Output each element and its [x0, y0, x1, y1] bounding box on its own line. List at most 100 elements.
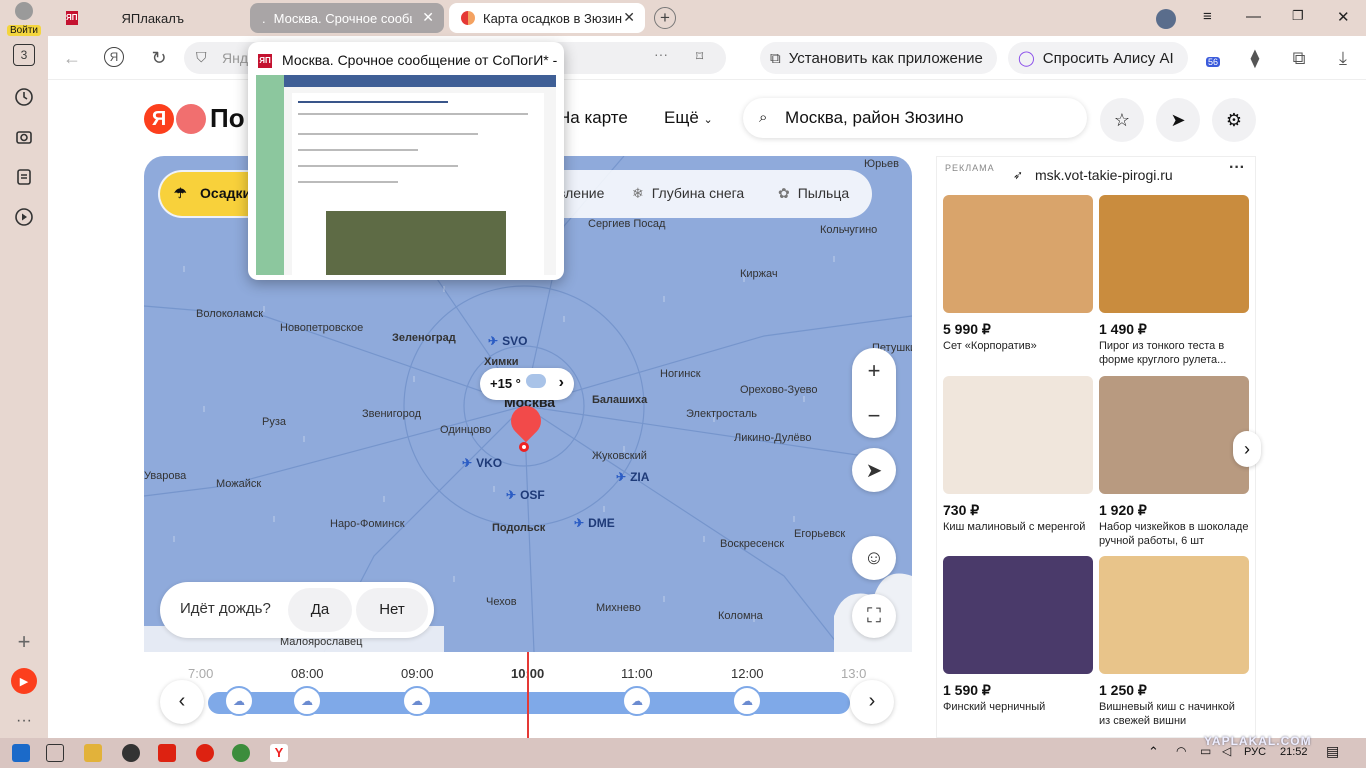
timeline-prev-button[interactable]: ‹: [160, 680, 204, 724]
yandex-weather-logo[interactable]: Я По: [144, 103, 245, 134]
time-label: 13:0: [841, 666, 867, 681]
close-window-icon[interactable]: ✕: [1337, 8, 1350, 26]
map-city-label: Киржач: [740, 268, 778, 280]
more-dots-icon[interactable]: ···: [654, 46, 668, 62]
timeline-next-button[interactable]: ›: [850, 680, 894, 724]
music-app-icon[interactable]: ▶: [11, 668, 37, 694]
map-city-label: Чехов: [486, 596, 517, 608]
video-icon[interactable]: [11, 204, 37, 230]
ads-next-button[interactable]: ›: [1233, 431, 1261, 467]
zoom-out-button[interactable]: −: [852, 393, 896, 438]
close-tab-icon[interactable]: ✕: [422, 9, 434, 26]
nav-on-map[interactable]: На карте: [558, 108, 628, 128]
profile-avatar[interactable]: [1156, 9, 1176, 29]
star-icon: ☆: [1113, 109, 1131, 130]
tab-preview-popup[interactable]: ЯП Москва. Срочное сообщение от СоПогИ* …: [248, 42, 564, 280]
nav-more[interactable]: Ещё ⌄: [664, 108, 713, 128]
link-icon: ➶: [1013, 168, 1024, 182]
map-city-label: Кольчугино: [820, 224, 878, 236]
layer-snow-depth[interactable]: ❄ Глубина снега: [632, 185, 744, 202]
yandex-icon[interactable]: Я: [104, 47, 124, 67]
ad-item[interactable]: 730 ₽ Киш малиновый с меренгой: [943, 376, 1093, 534]
new-tab-button[interactable]: +: [654, 7, 676, 29]
tabs-count-icon[interactable]: 3: [13, 44, 35, 66]
ask-alice-button[interactable]: ◯ Спросить Алису AI: [1008, 42, 1188, 74]
media-player-icon[interactable]: [122, 744, 140, 762]
rain-no-button[interactable]: Нет: [356, 588, 428, 632]
current-weather-pill[interactable]: +15 ° ›: [480, 368, 574, 400]
chevron-right-icon: ›: [558, 374, 564, 391]
feedback-button[interactable]: ☺: [852, 536, 896, 580]
favorite-button[interactable]: ☆: [1100, 98, 1144, 142]
rain-cloud-icon: ☁: [402, 686, 432, 716]
file-explorer-icon[interactable]: [84, 744, 102, 762]
rain-yes-button[interactable]: Да: [288, 588, 352, 632]
install-app-button[interactable]: ⧉ Установить как приложение: [760, 42, 997, 74]
layer-pollen[interactable]: ✿ Пыльца: [778, 185, 849, 202]
preview-title: Москва. Срочное сообщение от СоПогИ* - Я…: [282, 52, 558, 68]
bookmark-icon[interactable]: ⌑: [696, 48, 703, 65]
chrome-icon[interactable]: [232, 744, 250, 762]
airplane-icon: ✈: [488, 334, 499, 348]
airplane-icon: ✈: [616, 470, 627, 484]
chevron-down-icon: ⌄: [703, 114, 713, 126]
product-image: [943, 195, 1093, 313]
geolocation-button[interactable]: ➤: [1156, 98, 1200, 142]
ad-domain-link[interactable]: ➶ msk.vot-takie-pirogi.ru: [1013, 167, 1173, 183]
extensions-icon[interactable]: ⧫: [1244, 47, 1266, 69]
opera-gx-icon[interactable]: [196, 744, 214, 762]
map-city-label: Воскресенск: [720, 538, 785, 550]
map-city-label: Сергиев Посад: [588, 218, 666, 230]
start-icon[interactable]: [12, 744, 30, 762]
tab-yaplakal[interactable]: ЯП ЯПлакалъ: [54, 3, 244, 33]
minimize-icon[interactable]: —: [1246, 8, 1261, 25]
more-dots-icon[interactable]: ···: [1229, 159, 1245, 177]
close-tab-icon[interactable]: ✕: [623, 9, 635, 26]
tab-moscow-message[interactable]: . Москва. Срочное сообщ ✕: [250, 3, 444, 33]
tray-chevron-icon[interactable]: ⌃: [1148, 744, 1159, 760]
watermark: YAPLAKAL.COM: [1204, 734, 1312, 748]
downloads-icon[interactable]: ⤓: [1332, 47, 1354, 69]
reload-icon[interactable]: ↻: [148, 47, 170, 69]
wifi-icon[interactable]: ◠: [1176, 744, 1186, 758]
ad-panel: РЕКЛАМА ➶ msk.vot-takie-pirogi.ru ··· 5 9…: [936, 156, 1261, 738]
restore-icon[interactable]: ❐: [1292, 8, 1304, 24]
tab-title: Карта осадков в Зюзин: [483, 10, 623, 26]
menu-icon[interactable]: ≡: [1203, 8, 1212, 25]
product-price: 730 ₽: [943, 502, 980, 518]
settings-button[interactable]: ⚙: [1212, 98, 1256, 142]
product-image: [1099, 195, 1249, 313]
yandex-browser-icon[interactable]: Y: [270, 744, 288, 762]
more-panels-icon[interactable]: ···: [11, 708, 37, 734]
screen: Войти 3 + ▶ ··· ЯП ЯПлакалъ . Москва. Ср…: [0, 0, 1366, 768]
screenshot-icon[interactable]: [11, 124, 37, 150]
history-icon[interactable]: [11, 84, 37, 110]
back-icon[interactable]: ←: [61, 47, 83, 69]
add-panel-icon[interactable]: +: [11, 629, 37, 655]
time-slider[interactable]: 7:00 08:00 09:00 10:00 11:00 12:00 13:0 …: [144, 652, 912, 738]
notifications-icon[interactable]: ▤: [1326, 743, 1339, 760]
tab-precipitation-map[interactable]: Карта осадков в Зюзин ✕: [449, 3, 645, 33]
extension-badge-icon[interactable]: 56: [1200, 47, 1226, 69]
layer-pressure[interactable]: вление: [558, 185, 604, 201]
ad-item[interactable]: 1 250 ₽ Вишневый киш с начинкой из свеже…: [1099, 556, 1249, 728]
rain-cloud-icon: ☁: [224, 686, 254, 716]
ad-item[interactable]: 1 490 ₽ Пирог из тонкого теста в форме к…: [1099, 195, 1249, 367]
location-search-input[interactable]: ⌕ Москва, район Зюзино: [743, 98, 1087, 138]
ad-item[interactable]: 1 920 ₽ Набор чизкейков в шоколаде ручно…: [1099, 376, 1249, 548]
opera-icon[interactable]: [158, 744, 176, 762]
fullscreen-button[interactable]: ⛶: [852, 594, 896, 638]
zoom-control: + −: [852, 348, 896, 438]
weather-page: Я По На карте Ещё ⌄ ⌕ Москва, район Зюзи…: [48, 80, 1366, 738]
ad-label: РЕКЛАМА: [945, 163, 995, 173]
ad-item[interactable]: 5 990 ₽ Сет «Корпоратив»: [943, 195, 1093, 353]
product-image: [943, 556, 1093, 674]
zoom-in-button[interactable]: +: [852, 348, 896, 393]
my-location-button[interactable]: ➤: [852, 448, 896, 492]
collections-icon[interactable]: ⧉: [1288, 47, 1310, 69]
location-arrow-icon: ➤: [1170, 109, 1186, 130]
ad-item[interactable]: 1 590 ₽ Финский черничный: [943, 556, 1093, 714]
login-button[interactable]: Войти: [4, 2, 44, 36]
notes-icon[interactable]: [11, 164, 37, 190]
task-view-icon[interactable]: [46, 744, 64, 762]
